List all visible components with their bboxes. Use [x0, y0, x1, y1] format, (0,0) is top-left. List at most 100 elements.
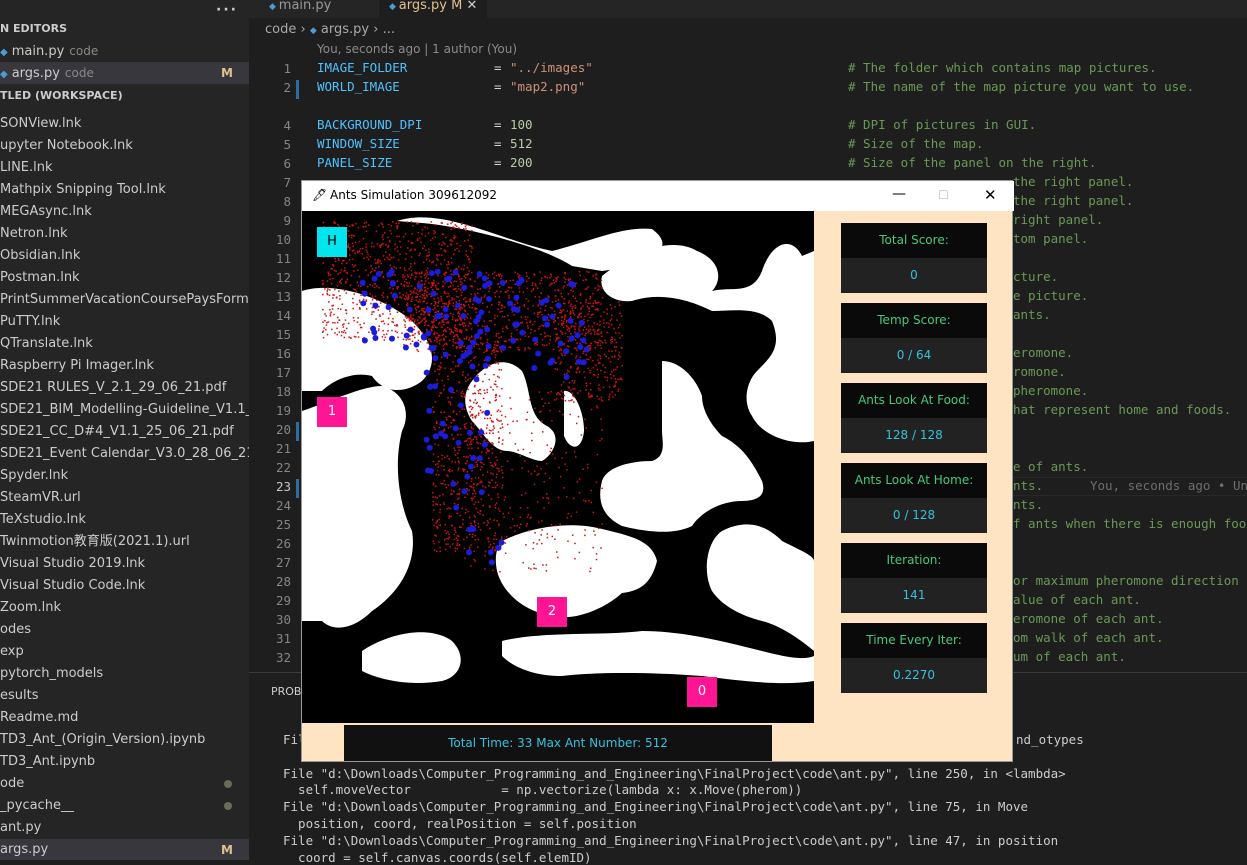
pheromone-dot	[575, 422, 578, 425]
more-actions-icon[interactable]: ···	[216, 0, 238, 20]
file-tree-item[interactable]: odes	[0, 619, 249, 641]
simulation-map[interactable]: H 1 2 0	[302, 211, 814, 723]
close-button[interactable]: ✕	[984, 181, 997, 209]
file-tree-item[interactable]: TD3_Ant.ipynb	[0, 751, 249, 773]
codelens-blame[interactable]: You, seconds ago | 1 author (You)	[317, 42, 517, 56]
pheromone-dot	[592, 511, 595, 514]
file-tree-item[interactable]: pytorch_models	[0, 663, 249, 685]
file-name: SDE21_Event Calendar_V3.0_28_06_21.pdf	[0, 446, 249, 461]
file-tree-item[interactable]: SONView.lnk	[0, 113, 249, 135]
pheromone-dot	[471, 414, 474, 417]
pheromone-dot	[406, 302, 409, 305]
pheromone-dot	[459, 281, 462, 283]
pheromone-dot	[356, 321, 359, 323]
breadcrumb-symbol[interactable]: ...	[383, 22, 395, 37]
pheromone-dot	[519, 516, 522, 518]
pheromone-dot	[614, 378, 617, 380]
pheromone-dot	[433, 304, 436, 307]
file-name: exp	[0, 644, 24, 659]
file-tree-item[interactable]: QTranslate.lnk	[0, 333, 249, 355]
file-tree-item[interactable]: Obsidian.lnk	[0, 245, 249, 267]
file-tree-item[interactable]: Netron.lnk	[0, 223, 249, 245]
line-number: 25	[275, 517, 291, 532]
minimize-button[interactable]: —	[892, 180, 906, 208]
pheromone-dot	[479, 468, 482, 471]
maximize-button[interactable]: ☐	[938, 181, 949, 209]
pheromone-dot	[596, 395, 599, 398]
ant	[450, 480, 457, 487]
pheromone-dot	[348, 336, 350, 338]
pheromone-dot	[549, 450, 551, 453]
git-change-marker[interactable]	[296, 422, 299, 441]
open-editor-args[interactable]: ◆ args.py code M	[0, 62, 249, 84]
pheromone-dot	[554, 457, 556, 460]
ant	[476, 271, 483, 278]
pheromone-dot	[442, 302, 444, 305]
file-tree-item[interactable]: Mathpix Snipping Tool.lnk	[0, 179, 249, 201]
file-name: Netron.lnk	[0, 226, 68, 241]
code-comment: right panel.	[1013, 212, 1104, 227]
ants-simulation-window[interactable]: 🖋 Ants Simulation 309612092 — ☐ ✕ H 1 2 …	[301, 180, 1014, 762]
file-tree-item[interactable]: ode	[0, 773, 249, 795]
file-tree-item[interactable]: Visual Studio Code.lnk	[0, 575, 249, 597]
file-tree-item[interactable]: _pycache__	[0, 795, 249, 817]
file-tree-item[interactable]: SDE21 RULES_V_2.1_29_06_21.pdf	[0, 377, 249, 399]
file-tree-item[interactable]: Visual Studio 2019.lnk	[0, 553, 249, 575]
pheromone-dot	[524, 492, 527, 495]
file-tree-item[interactable]: SteamVR.url	[0, 487, 249, 509]
file-tree-item[interactable]: MEGAsync.lnk	[0, 201, 249, 223]
open-editor-main[interactable]: ◆ main.py code	[0, 40, 249, 62]
git-change-marker[interactable]	[296, 80, 299, 99]
file-tree-item[interactable]: exp	[0, 641, 249, 663]
workspace-header[interactable]: TLED (WORKSPACE)	[0, 86, 123, 106]
pheromone-dot	[487, 441, 489, 444]
ant	[389, 280, 396, 287]
file-tree-item[interactable]: LINE.lnk	[0, 157, 249, 179]
file-tree-item[interactable]: Spyder.lnk	[0, 465, 249, 487]
tab-args-py[interactable]: ◆ args.py M ✕	[379, 0, 488, 18]
pheromone-dot	[360, 294, 362, 297]
file-tree-item[interactable]: Raspberry Pi Imager.lnk	[0, 355, 249, 377]
file-tree-item[interactable]: SDE21_CC_D#4_V1.1_25_06_21.pdf	[0, 421, 249, 443]
breadcrumb-file[interactable]: args.py	[321, 22, 369, 37]
file-tree-item[interactable]: PrintSummerVacationCoursePaysForm.pdf	[0, 289, 249, 311]
pheromone-dot	[614, 349, 617, 352]
file-tree-item[interactable]: upyter Notebook.lnk	[0, 135, 249, 157]
pheromone-dot	[566, 516, 569, 519]
breadcrumb-folder[interactable]: code	[265, 22, 296, 37]
window-titlebar[interactable]: 🖋 Ants Simulation 309612092 — ☐ ✕	[302, 181, 1014, 211]
open-editors-header[interactable]: N EDITORS	[0, 19, 67, 39]
pheromone-dot	[492, 473, 494, 475]
map-canvas[interactable]	[302, 211, 814, 723]
file-tree-item[interactable]: Zoom.lnk	[0, 597, 249, 619]
git-change-marker[interactable]	[296, 479, 299, 498]
file-tree-item[interactable]: PuTTY.lnk	[0, 311, 249, 333]
file-tree-item[interactable]: SDE21_Event Calendar_V3.0_28_06_21.pdf	[0, 443, 249, 465]
file-tree-item[interactable]: Readme.md	[0, 707, 249, 729]
file-tree-item[interactable]: Postman.lnk	[0, 267, 249, 289]
pheromone-dot	[588, 393, 590, 396]
file-tree-item[interactable]: esults	[0, 685, 249, 707]
file-tree-item[interactable]: SDE21_BIM_Modelling-Guideline_V1.1_25_..…	[0, 399, 249, 421]
pheromone-dot	[426, 342, 429, 344]
pheromone-dot	[477, 343, 480, 346]
pheromone-dot	[447, 378, 449, 381]
close-icon[interactable]: ✕	[466, 0, 477, 13]
pheromone-dot	[522, 561, 524, 564]
file-tree-item[interactable]: TD3_Ant_(Origin_Version).ipynb	[0, 729, 249, 751]
pheromone-dot	[432, 460, 435, 463]
pheromone-dot	[540, 534, 542, 536]
pheromone-dot	[469, 278, 472, 281]
code-comment: # The name of the map picture you want t…	[848, 79, 1195, 94]
pheromone-dot	[573, 314, 576, 316]
pheromone-dot	[586, 305, 589, 308]
ant	[455, 439, 462, 446]
file-tree-item[interactable]: TeXstudio.lnk	[0, 509, 249, 531]
tab-main-py[interactable]: ◆ main.py	[259, 0, 341, 18]
file-tree-item[interactable]: ant.py	[0, 817, 249, 839]
file-tree-item[interactable]: Twinmotion教育版(2021.1).url	[0, 531, 249, 553]
ant	[557, 340, 564, 347]
pheromone-dot	[465, 427, 467, 430]
pheromone-dot	[409, 338, 411, 340]
file-tree-item[interactable]: args.py M	[0, 839, 249, 860]
